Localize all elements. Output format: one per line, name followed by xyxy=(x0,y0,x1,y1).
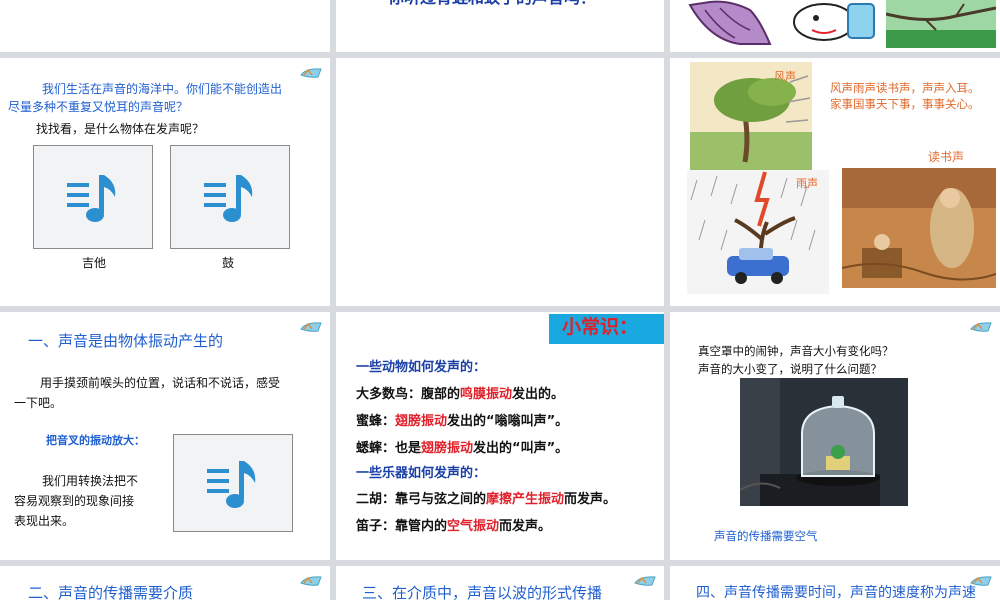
slide-5[interactable] xyxy=(336,58,664,306)
vacuum-question-1: 真空罩中的闹钟，声音大小有变化吗？ xyxy=(698,344,894,358)
slide-11[interactable]: 三、在介质中，声音以波的形式传播 xyxy=(336,566,664,600)
vacuum-question-2: 声音的大小变了，说明了什么问题？ xyxy=(698,362,882,376)
audio-drum-label: 鼓 xyxy=(222,256,235,270)
slide-9[interactable]: 真空罩中的闹钟，声音大小有变化吗？ 声音的大小变了，说明了什么问题？ 声音的传播… xyxy=(670,312,1000,560)
caption-rain: 雨声 xyxy=(796,177,818,190)
slide-10-title: 二、声音的传播需要介质 xyxy=(28,584,194,600)
slide-7-p2-line2: 容易观察到的现象间接 xyxy=(14,494,135,508)
tip-badge-text: 小常识： xyxy=(562,316,639,338)
line-flute: 笛子：靠管内的空气振动而发声。 xyxy=(356,519,552,534)
vacuum-bell-jar-image[interactable] xyxy=(740,378,908,506)
poem-line2: 家事国事天下事，事事关心。 xyxy=(830,97,980,111)
tree-branch-image xyxy=(886,0,996,48)
slide-7-p1-line2: 一下吧。 xyxy=(14,396,63,410)
slide-10[interactable]: 二、声音的传播需要介质 xyxy=(0,566,330,600)
slide-7[interactable]: 一、声音是由物体振动产生的 用手摸颈前喉头的位置，说话和不说话，感受 一下吧。 … xyxy=(0,312,330,560)
cartoon-character-image xyxy=(793,3,875,41)
music-note-icon xyxy=(67,175,116,222)
powerpoint-logo-icon xyxy=(300,576,322,586)
slide-2[interactable]: 你听过青蛙和蚊子的声音吗？ xyxy=(336,0,664,52)
slide-12[interactable]: 四、声音传播需要时间，声音的速度称为声速 xyxy=(670,566,1000,600)
slide-2-text: 你听过青蛙和蚊子的声音吗？ xyxy=(388,0,596,9)
caption-wind: 风声 xyxy=(774,70,796,83)
powerpoint-logo-icon xyxy=(634,576,656,586)
audio-guitar-button[interactable] xyxy=(33,145,153,249)
audio-drum-button[interactable] xyxy=(170,145,290,249)
reading-scholar-image xyxy=(842,168,996,288)
line-erhu: 二胡：靠弓与弦之间的摩擦产生振动而发声。 xyxy=(356,492,617,507)
slide-7-p2-line3: 表现出来。 xyxy=(14,514,75,528)
audio-guitar-label: 吉他 xyxy=(82,256,107,270)
powerpoint-logo-icon xyxy=(300,68,322,78)
instruments-heading: 一些乐器如何发声的： xyxy=(356,466,487,481)
slide-4-intro-line1: 我们生活在声音的海洋中。你们能不能创造出 xyxy=(42,82,283,96)
slide-1[interactable] xyxy=(0,0,330,52)
slide-3[interactable] xyxy=(670,0,1000,52)
slide-4-prompt: 找找看，是什么物体在发声呢？ xyxy=(36,122,205,136)
slide-7-p1-line1: 用手摸颈前喉头的位置，说话和不说话，感受 xyxy=(40,376,281,390)
slide-12-title: 四、声音传播需要时间，声音的速度称为声速 xyxy=(696,585,976,600)
powerpoint-logo-icon xyxy=(300,322,322,332)
music-note-icon xyxy=(207,461,256,508)
slide-8[interactable]: 小常识： 一些动物如何发声的： 大多数鸟：腹部的鸣膜振动发出的。 蜜蜂：翅膀振动… xyxy=(336,312,664,560)
audio-fork-button[interactable] xyxy=(173,434,293,532)
slide-4[interactable]: 我们生活在声音的海洋中。你们能不能创造出 尽量多种不重复又悦耳的声音呢？ 找找看… xyxy=(0,58,330,306)
slide-7-p2-line1: 我们用转换法把不 xyxy=(42,474,139,488)
vacuum-conclusion: 声音的传播需要空气 xyxy=(714,529,818,543)
powerpoint-logo-icon xyxy=(970,322,992,332)
animals-heading: 一些动物如何发声的： xyxy=(356,360,487,375)
line-birds: 大多数鸟：腹部的鸣膜振动发出的。 xyxy=(356,387,565,402)
line-bee: 蜜蜂：翅膀振动发出的“嗡嗡叫声”。 xyxy=(356,414,569,429)
slide-4-intro-line2: 尽量多种不重复又悦耳的声音呢？ xyxy=(8,100,189,114)
slide-11-title: 三、在介质中，声音以波的形式传播 xyxy=(362,584,603,600)
slide-6[interactable]: 风声 雨声 读书声 风声雨声读书声，声声入耳。 家事国事天下事，事事关心。 xyxy=(670,58,1000,306)
cartoon-animal-image xyxy=(688,0,772,45)
slide-7-title: 一、声音是由物体振动产生的 xyxy=(28,332,224,350)
caption-read: 读书声 xyxy=(928,150,965,164)
poem-line1: 风声雨声读书声，声声入耳。 xyxy=(830,81,980,95)
line-cricket: 蟋蟀：也是翅膀振动发出的“叫声”。 xyxy=(356,441,569,456)
slide-7-fork-label: 把音叉的振动放大： xyxy=(46,434,145,447)
music-note-icon xyxy=(204,175,253,222)
